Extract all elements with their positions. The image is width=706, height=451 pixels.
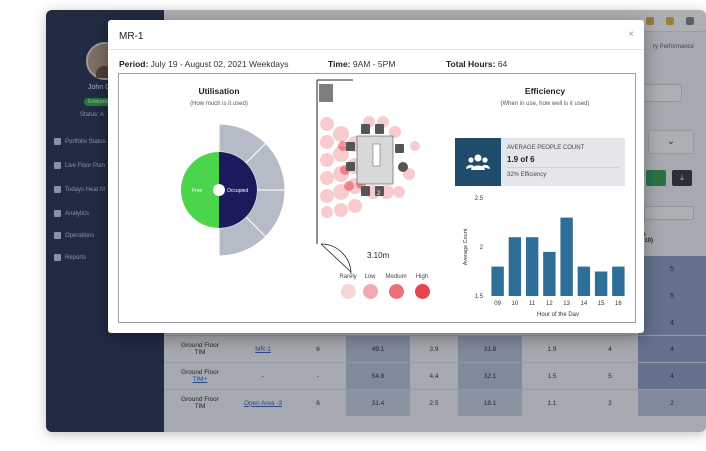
legend-dot-rarely: [341, 284, 356, 299]
efficiency-subtitle: (When in use, how well is it used): [500, 101, 590, 107]
y-tick-label: 2: [480, 245, 484, 251]
average-people-card: AVERAGE PEOPLE COUNT 1.9 of 6 32% Effici…: [455, 138, 625, 186]
efficiency-percent: 32% Efficiency: [507, 172, 547, 178]
donut-center: [213, 184, 225, 196]
chart-bar: [560, 217, 573, 296]
dimension-label: 3.10m: [367, 251, 390, 260]
divider: [507, 167, 619, 168]
utilisation-donut: Free Occupied: [181, 124, 286, 257]
time-info: Time: 9AM - 5PM: [328, 59, 395, 69]
legend-dot-low: [363, 284, 378, 299]
chart-bar: [491, 266, 504, 296]
x-axis-label: Hour of the Day: [537, 312, 579, 316]
x-tick-label: 16: [615, 301, 622, 307]
x-tick-label: 14: [581, 301, 588, 307]
y-tick-label: 2.5: [475, 196, 484, 202]
hourly-count-chart: 2.5 2 1.5 09 10 11 12 13 14 15 16 Hour of the Day Av…: [463, 196, 625, 316]
chart-bar: [612, 266, 625, 296]
x-tick-label: 13: [563, 301, 570, 307]
utilisation-title: Utilisation: [198, 86, 240, 96]
x-tick-label: 12: [546, 301, 553, 307]
y-axis-label: Average Count: [463, 228, 469, 265]
average-people-value: 1.9 of 6: [507, 155, 535, 164]
chart-bar: [543, 251, 556, 296]
period-value: July 19 - August 02, 2021 Weekdays: [150, 59, 289, 69]
total-hours-info: Total Hours: 64: [446, 59, 507, 69]
y-tick-label: 1.5: [475, 294, 484, 300]
legend-dot-high: [415, 284, 430, 299]
total-hours-value: 64: [497, 59, 508, 69]
chart-bar: [577, 266, 591, 296]
legend-dot-medium: [389, 284, 404, 299]
chart-bar: [525, 237, 539, 296]
x-tick-label: 15: [598, 301, 605, 307]
divider: [108, 49, 644, 50]
x-tick-label: 11: [529, 301, 536, 307]
people-group-icon: [455, 138, 501, 186]
utilisation-subtitle: (How much is it used): [190, 101, 248, 107]
total-hours-label: Total Hours:: [446, 59, 496, 69]
report-panel: Utilisation (How much is it used) Free O…: [118, 73, 636, 323]
space-detail-modal: MR-1 × Period: July 19 - August 02, 2021…: [108, 20, 644, 333]
free-label: Free: [192, 188, 203, 194]
sensor-icon: [398, 162, 408, 172]
x-tick-label: 09: [494, 301, 501, 307]
chart-bar: [594, 271, 608, 296]
room-plaque: [372, 143, 381, 167]
period-info: Period: July 19 - August 02, 2021 Weekda…: [119, 59, 288, 69]
cabinet-icon: [319, 84, 333, 102]
close-icon[interactable]: ×: [628, 29, 634, 40]
modal-title: MR-1: [119, 31, 144, 42]
legend-label-high: High: [415, 274, 429, 280]
x-tick-label: 10: [512, 301, 519, 307]
period-label: Period:: [119, 59, 149, 69]
chart-bar: [508, 237, 522, 296]
time-label: Time:: [328, 59, 351, 69]
average-people-label: AVERAGE PEOPLE COUNT: [507, 145, 585, 151]
floor-heatmap: 6 2 3.10m: [316, 79, 420, 275]
efficiency-title: Efficiency: [524, 86, 566, 96]
chair-number: 6: [371, 128, 375, 134]
time-value: 9AM - 5PM: [352, 59, 396, 69]
occupied-label: Occupied: [227, 188, 248, 194]
